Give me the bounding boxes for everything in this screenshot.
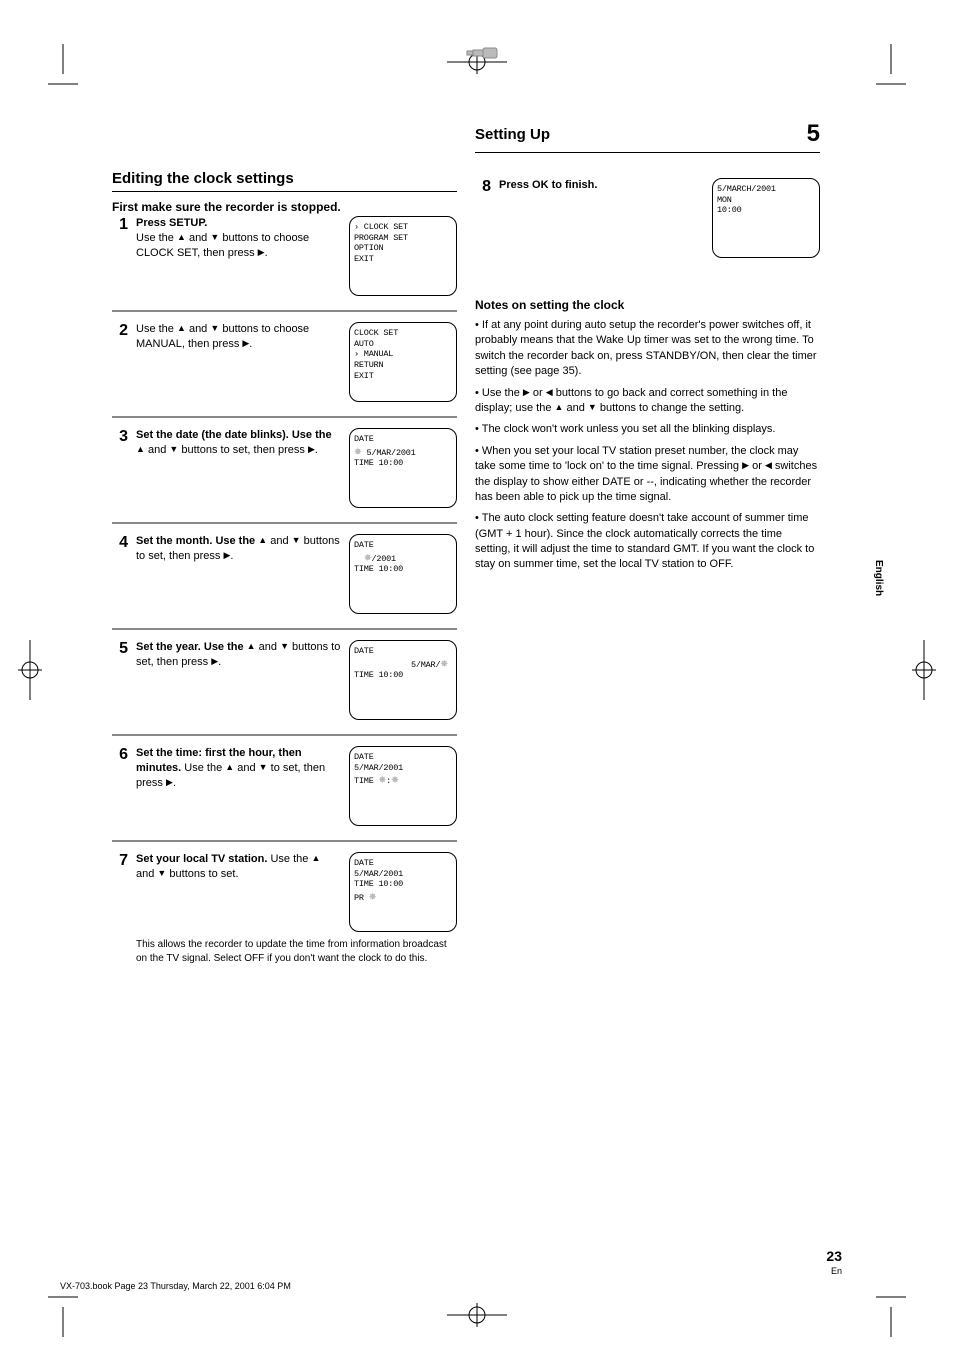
note-3: • The clock won't work unless you set al…	[475, 422, 820, 437]
flash-icon: ✸	[391, 773, 399, 786]
up-arrow-icon: ▲	[177, 324, 186, 333]
note-4: • When you set your local TV station pre…	[475, 444, 820, 506]
up-arrow-icon: ▲	[247, 642, 256, 651]
down-arrow-icon: ▼	[292, 536, 301, 545]
step-3: 3 Set the date (the date blinks). Use th…	[112, 428, 457, 508]
crop-mark-top-left	[18, 44, 78, 104]
down-arrow-icon: ▼	[169, 445, 178, 454]
down-arrow-icon: ▼	[157, 869, 166, 878]
screen-7: DATE 5/MAR/2001 TIME 10:00 PR ✸	[349, 852, 457, 932]
up-arrow-icon: ▲	[311, 854, 320, 863]
left-arrow-icon: ◀	[546, 388, 553, 397]
up-arrow-icon: ▲	[555, 403, 564, 412]
screen-8: 5/MARCH/2001 MON 10:00	[712, 178, 820, 258]
regmark-top	[447, 42, 507, 82]
step-4: 4 Set the month. Use the ▲ and ▼ buttons…	[112, 534, 457, 614]
right-arrow-icon: ▶	[308, 445, 315, 454]
step-6: 6 Set the time: first the hour, then min…	[112, 746, 457, 826]
right-arrow-icon: ▶	[166, 778, 173, 787]
screen-4: DATE 5/✸/2001 TIME 10:00	[349, 534, 457, 614]
footer-left: VX-703.book Page 23 Thursday, March 22, …	[60, 1281, 291, 1291]
right-arrow-icon: ▶	[523, 388, 530, 397]
up-arrow-icon: ▲	[136, 445, 145, 454]
crop-mark-top-right	[876, 44, 936, 104]
right-arrow-icon: ▶	[742, 461, 749, 470]
notes-title: Notes on setting the clock	[475, 298, 820, 312]
down-arrow-icon: ▼	[210, 233, 219, 242]
step-1: 1 Press SETUP. Use the ▲ and ▼ buttons t…	[112, 216, 457, 296]
step-5: 5 Set the year. Use the ▲ and ▼ buttons …	[112, 640, 457, 720]
step-2: 2 Use the ▲ and ▼ buttons to choose MANU…	[112, 322, 457, 402]
flash-icon: ✸	[369, 890, 377, 903]
step-7-note: This allows the recorder to update the t…	[136, 938, 457, 965]
note-2: • Use the ▶ or ◀ buttons to go back and …	[475, 386, 820, 417]
left-arrow-icon: ◀	[765, 461, 772, 470]
regmark-bottom	[447, 1295, 507, 1335]
section-title: Editing the clock settings	[112, 170, 457, 187]
right-column: 8 Press OK to finish. 5/MARCH/2001 MON 1…	[475, 120, 820, 579]
down-arrow-icon: ▼	[210, 324, 219, 333]
flash-icon: ✸	[379, 773, 387, 786]
step-7: 7 Set your local TV station. Use the ▲ a…	[112, 852, 457, 932]
note-5: • The auto clock setting feature doesn't…	[475, 511, 820, 573]
up-arrow-icon: ▲	[225, 763, 234, 772]
up-arrow-icon: ▲	[258, 536, 267, 545]
screen-5: DATE 5/MAR/✸ TIME 10:00	[349, 640, 457, 720]
regmark-left	[10, 640, 50, 700]
up-arrow-icon: ▲	[177, 233, 186, 242]
screen-1: › CLOCK SET PROGRAM SET OPTION EXIT	[349, 216, 457, 296]
intro-subhead: First make sure the recorder is stopped.	[112, 200, 457, 214]
flash-icon: ✸	[354, 445, 362, 458]
regmark-right	[904, 640, 944, 700]
page: Setting Up 5 Editing the clock settings …	[0, 0, 954, 1351]
down-arrow-icon: ▼	[259, 763, 268, 772]
side-tab-label: English	[873, 560, 884, 596]
page-number-block: 23 En	[826, 1248, 842, 1276]
left-column: Editing the clock settings First make su…	[112, 170, 457, 965]
down-arrow-icon: ▼	[280, 642, 289, 651]
flash-icon: ✸	[440, 657, 448, 670]
right-arrow-icon: ▶	[258, 248, 265, 257]
screen-3: DATE ✸ 5/MAR/2001 TIME 10:00	[349, 428, 457, 508]
screen-6: DATE 5/MAR/2001 TIME ✸:✸	[349, 746, 457, 826]
screen-2: CLOCK SET AUTO › MANUAL RETURN EXIT	[349, 322, 457, 402]
down-arrow-icon: ▼	[588, 403, 597, 412]
note-1: • If at any point during auto setup the …	[475, 318, 820, 380]
crop-mark-bottom-right	[876, 1277, 936, 1337]
step-8: 8 Press OK to finish. 5/MARCH/2001 MON 1…	[475, 178, 820, 258]
